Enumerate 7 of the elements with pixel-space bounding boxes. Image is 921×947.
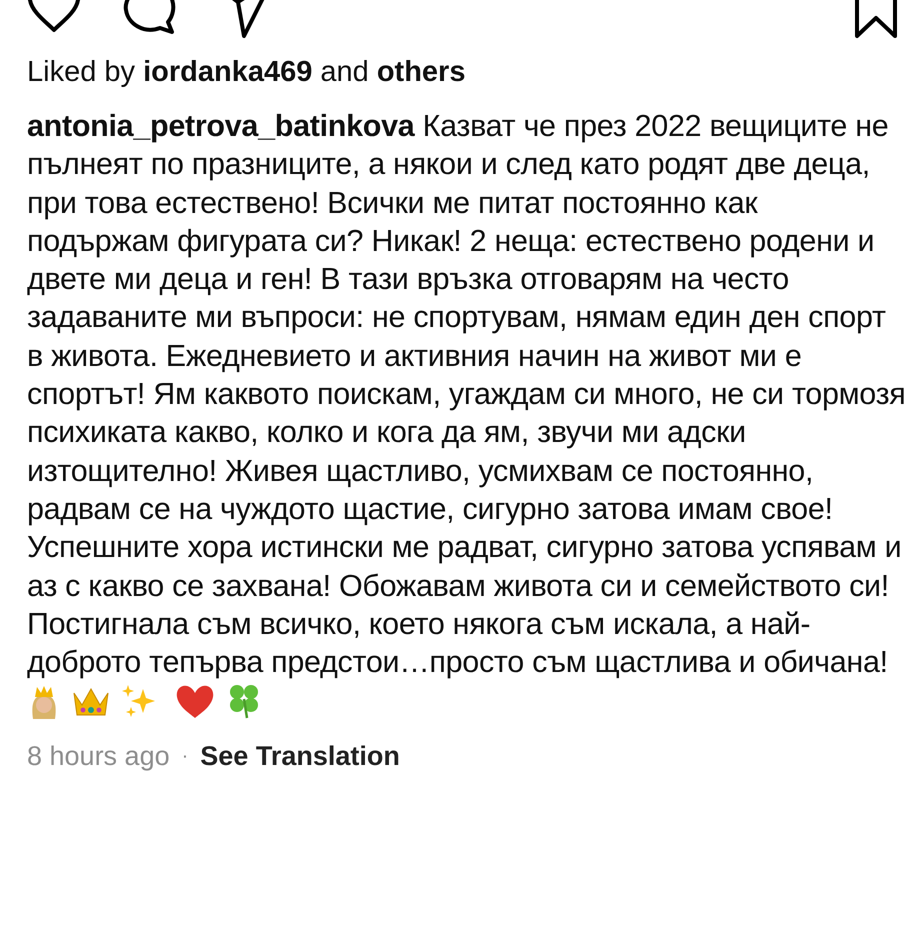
heart-emoji-icon (175, 683, 216, 720)
caption-text: antonia_petrova_batinkova Казват че през 2022 вещиците не пълнеят по празниците, а някои и след като родят две деца, при това естествено! Всички ме питат постоянно как подържам фигурата си? Никак! 2 неща: естествено родени и двете ми деца и ген! В тази връзка отговарям на често задаваните ми въпроси: не спортувам, нямам един ден спорт в живота. Ежедневието и активния начин на живот ми е спортът! Ям каквото поискам, угаждам си много, не си тормозя психиката какво, колко и кога да ям, звучи ми адски изтощително! Живея щастливо, усмихвам се постоянно, радвам се на чуждото щастие, сигурно затова имам свое! Успешните хора истински ме радват, сигурно затова успявам и аз с какво се захвана! Обожавам живота си и семейството си! Постигнала съм всичко, което някога съм искала, а най-доброто тепърва предстои…просто съм щастлива и обичана! (27, 108, 906, 682)
sparkles-emoji-icon (121, 683, 157, 720)
likes-text: Liked by iordanka469 and others (27, 56, 466, 89)
separator-dot: · (182, 744, 188, 768)
see-translation-link[interactable]: See Translation (200, 740, 400, 772)
timestamp: 8 hours ago (27, 740, 170, 772)
